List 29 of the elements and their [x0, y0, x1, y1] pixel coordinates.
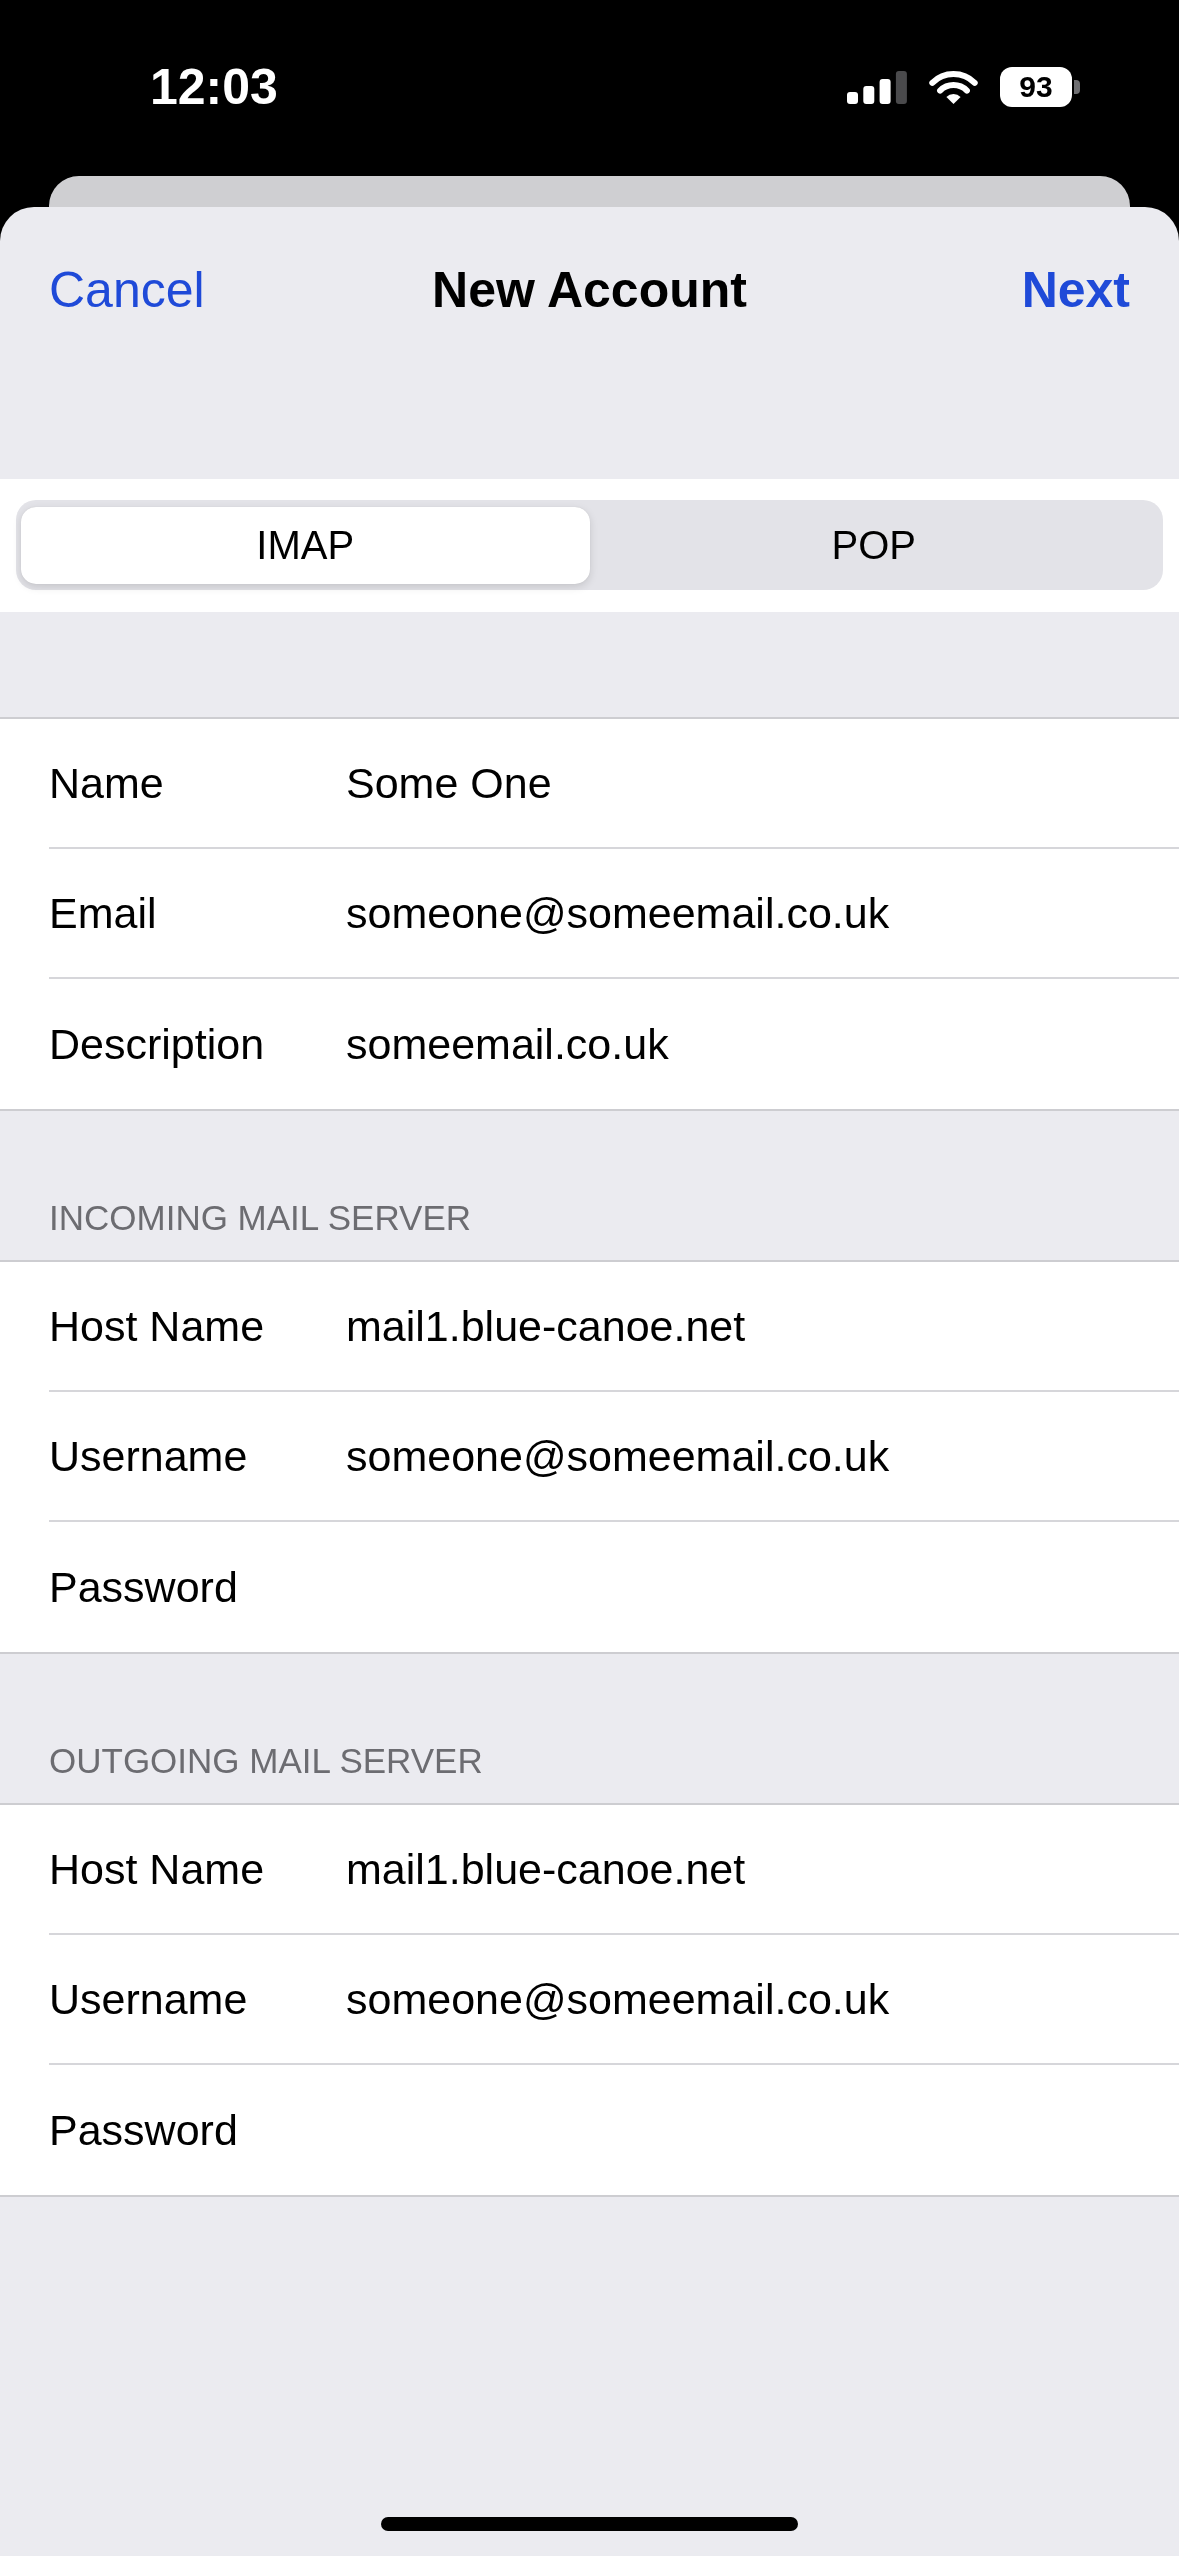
text-field[interactable]: mail1.blue-canoe.net — [346, 1300, 1130, 1352]
battery-indicator: 93 — [1000, 67, 1080, 107]
segmented-control[interactable]: IMAP POP — [16, 500, 1163, 590]
field-label: Password — [49, 1562, 239, 1613]
signal-icon — [847, 70, 907, 104]
field-label: Name — [49, 758, 165, 809]
cancel-button[interactable]: Cancel — [49, 260, 205, 320]
field-label: Description — [49, 1019, 266, 1070]
section-header: INCOMING MAIL SERVER — [49, 1198, 472, 1238]
segment-tab[interactable]: IMAP — [21, 507, 590, 584]
text-field[interactable]: mail1.blue-canoe.net — [346, 1843, 1130, 1895]
text-field[interactable]: someone@someemail.co.uk — [346, 887, 1130, 939]
clock-time: 12:03 — [150, 59, 278, 115]
field-label: Host Name — [49, 1301, 266, 1352]
field-label: Password — [49, 2105, 239, 2156]
text-field[interactable]: someone@someemail.co.uk — [346, 1430, 1130, 1482]
text-field[interactable]: someone@someemail.co.uk — [346, 1973, 1130, 2025]
text-field[interactable]: Some One — [346, 757, 1130, 809]
segment-tab[interactable]: POP — [589, 507, 1158, 584]
screen-title: New Account — [432, 261, 747, 320]
field-label: Email — [49, 888, 158, 939]
text-field[interactable]: someemail.co.uk — [346, 1018, 1130, 1070]
field-label: Host Name — [49, 1844, 266, 1895]
field-label: Username — [49, 1974, 249, 2025]
wifi-icon — [927, 68, 980, 106]
section-header: OUTGOING MAIL SERVER — [49, 1741, 483, 1781]
field-label: Username — [49, 1431, 249, 1482]
next-button[interactable]: Next — [1021, 260, 1130, 320]
home-indicator[interactable] — [381, 2517, 798, 2531]
